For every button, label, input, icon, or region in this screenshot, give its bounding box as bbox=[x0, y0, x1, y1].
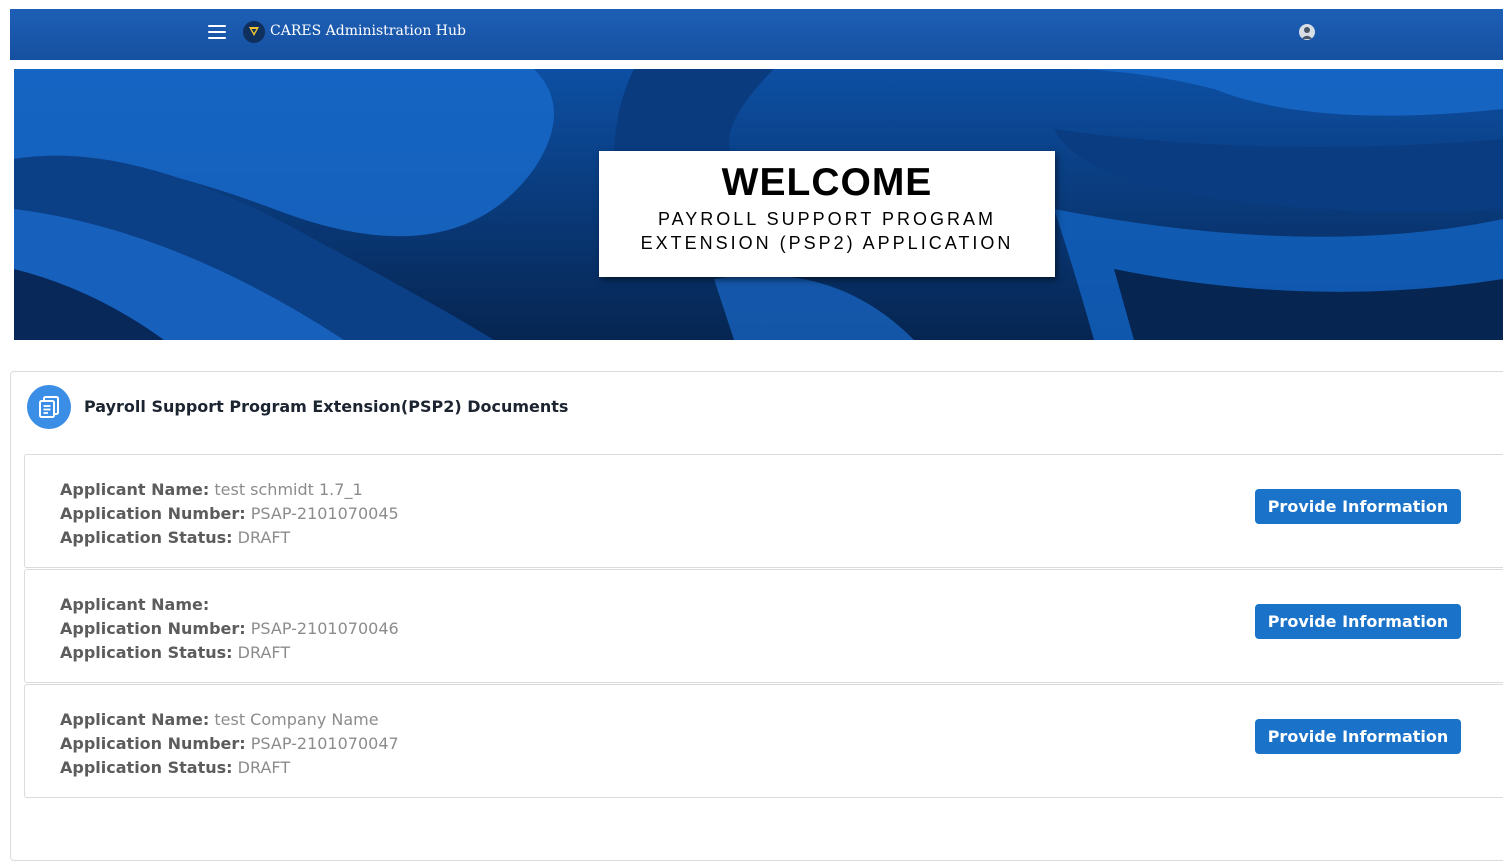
application-status-label: Application Status: bbox=[60, 528, 233, 547]
application-number-value: PSAP-2101070045 bbox=[250, 504, 399, 523]
welcome-card: WELCOME PAYROLL SUPPORT PROGRAM EXTENSIO… bbox=[599, 151, 1055, 277]
applicant-name-value: test schmidt 1.7_1 bbox=[214, 480, 363, 499]
application-details: Applicant Name: test Company Name Applic… bbox=[60, 708, 399, 780]
shield-logo-icon bbox=[243, 21, 265, 43]
welcome-banner: WELCOME PAYROLL SUPPORT PROGRAM EXTENSIO… bbox=[14, 69, 1503, 340]
application-status-value: DRAFT bbox=[237, 758, 291, 777]
applicant-name-label: Applicant Name: bbox=[60, 710, 210, 729]
application-status-value: DRAFT bbox=[237, 528, 291, 547]
application-number-value: PSAP-2101070046 bbox=[250, 619, 399, 638]
welcome-subtitle-line2: EXTENSION (PSP2) APPLICATION bbox=[640, 233, 1014, 253]
top-navigation-bar: CARES Administration Hub bbox=[10, 9, 1503, 60]
application-status-label: Application Status: bbox=[60, 758, 233, 777]
welcome-subtitle-line1: PAYROLL SUPPORT PROGRAM bbox=[657, 209, 997, 229]
hamburger-icon[interactable] bbox=[208, 25, 226, 39]
provide-information-button[interactable]: Provide Information bbox=[1255, 489, 1461, 524]
card-title: Payroll Support Program Extension(PSP2) … bbox=[84, 397, 569, 416]
applicant-name-value: test Company Name bbox=[214, 710, 379, 729]
application-row: Applicant Name: test schmidt 1.7_1 Appli… bbox=[24, 454, 1503, 568]
documents-icon bbox=[27, 385, 71, 429]
documents-card: Payroll Support Program Extension(PSP2) … bbox=[10, 371, 1503, 861]
applicant-name-label: Applicant Name: bbox=[60, 595, 210, 614]
application-details: Applicant Name: Application Number: PSAP… bbox=[60, 593, 399, 665]
provide-information-button[interactable]: Provide Information bbox=[1255, 719, 1461, 754]
application-number-value: PSAP-2101070047 bbox=[250, 734, 399, 753]
application-number-label: Application Number: bbox=[60, 504, 246, 523]
provide-information-button[interactable]: Provide Information bbox=[1255, 604, 1461, 639]
application-details: Applicant Name: test schmidt 1.7_1 Appli… bbox=[60, 478, 399, 550]
welcome-title: WELCOME bbox=[721, 161, 933, 204]
application-number-label: Application Number: bbox=[60, 619, 246, 638]
application-number-label: Application Number: bbox=[60, 734, 246, 753]
user-avatar-icon[interactable] bbox=[1299, 24, 1315, 40]
application-status-label: Application Status: bbox=[60, 643, 233, 662]
application-status-value: DRAFT bbox=[237, 643, 291, 662]
application-row: Applicant Name: Application Number: PSAP… bbox=[24, 569, 1503, 683]
application-row: Applicant Name: test Company Name Applic… bbox=[24, 684, 1503, 798]
app-title: CARES Administration Hub bbox=[270, 23, 466, 39]
applicant-name-label: Applicant Name: bbox=[60, 480, 210, 499]
